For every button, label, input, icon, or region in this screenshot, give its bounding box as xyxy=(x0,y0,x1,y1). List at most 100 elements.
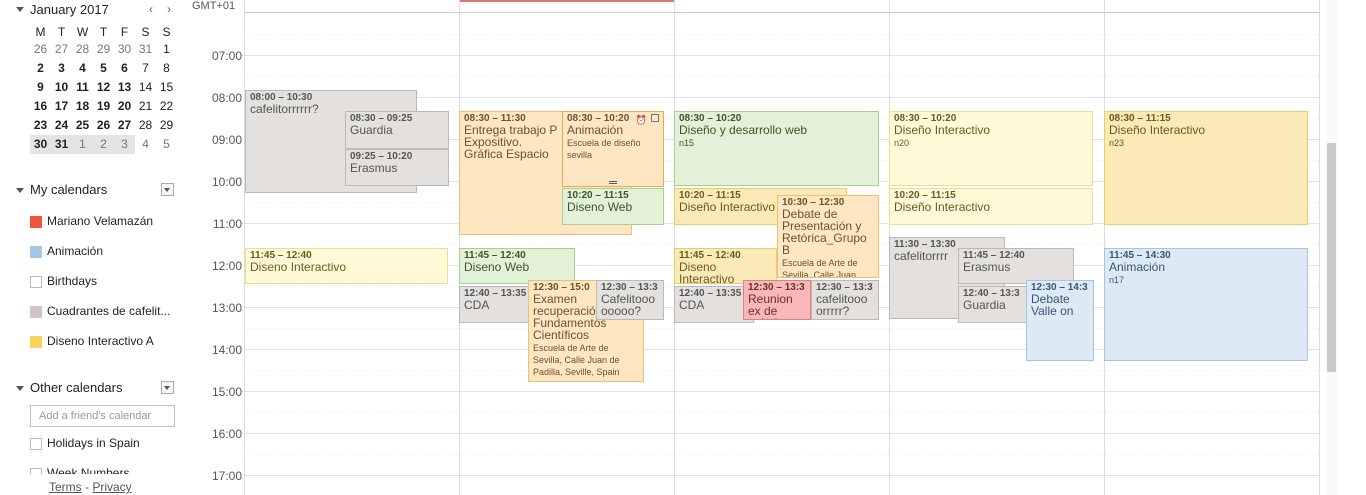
prev-month-button[interactable]: ‹ xyxy=(149,2,153,16)
calendar-event[interactable]: 12:40 – 13:35 CDA xyxy=(674,286,754,323)
other-calendars-header[interactable]: Other calendars xyxy=(16,380,176,396)
calendar-event[interactable]: 08:30 – 10:20 Diseño y desarrollo web n1… xyxy=(674,111,879,186)
mini-calendar-day[interactable]: 12 xyxy=(93,78,114,97)
mini-calendar-day[interactable]: 16 xyxy=(30,97,51,116)
calendar-color-swatch[interactable] xyxy=(30,216,42,228)
mini-calendar-day[interactable]: 15 xyxy=(156,78,177,97)
other-calendars-dropdown-button[interactable] xyxy=(161,381,174,394)
calendar-item[interactable]: Holidays in Spain xyxy=(30,436,180,452)
mini-calendar-day[interactable]: 22 xyxy=(156,97,177,116)
mini-calendar-day[interactable]: 29 xyxy=(156,116,177,135)
resize-handle[interactable] xyxy=(609,181,617,184)
mini-calendar-day[interactable]: 7 xyxy=(135,59,156,78)
calendar-event[interactable]: 08:30 – 10:20 ⏰ Animación Escuela de dis… xyxy=(562,111,664,187)
mini-calendar-day[interactable]: 26 xyxy=(93,116,114,135)
mini-calendar-day[interactable]: 1 xyxy=(72,135,93,154)
mini-calendar-day[interactable]: 27 xyxy=(114,116,135,135)
collapse-triangle-icon[interactable] xyxy=(16,386,24,391)
calendar-event[interactable]: 10:20 – 11:15 Diseno Web xyxy=(562,188,664,225)
calendar-event[interactable]: 11:45 – 12:40 Diseno Interactivo xyxy=(674,248,777,284)
calendar-event[interactable]: 08:30 – 11:15 Diseño Interactivo n23 xyxy=(1104,111,1308,225)
calendar-color-swatch[interactable] xyxy=(30,246,42,258)
mini-calendar-day[interactable]: 10 xyxy=(51,78,72,97)
mini-calendar-day[interactable]: 28 xyxy=(135,116,156,135)
calendar-color-swatch[interactable] xyxy=(30,468,42,474)
mini-calendar-day[interactable]: 11 xyxy=(72,78,93,97)
scrollbar-thumb[interactable] xyxy=(1327,143,1336,372)
calendar-event[interactable]: 11:45 – 12:40 Diseno Web xyxy=(459,248,575,284)
mini-calendar-day[interactable]: 31 xyxy=(135,40,156,59)
mini-calendar-day[interactable]: 4 xyxy=(72,59,93,78)
mini-calendar-day[interactable]: 20 xyxy=(114,97,135,116)
calendar-event[interactable]: 08:30 – 10:20 Diseño Interactivo n20 xyxy=(889,111,1093,186)
mini-calendar-day[interactable]: 30 xyxy=(114,40,135,59)
my-calendars-label[interactable]: My calendars xyxy=(30,182,107,197)
mini-calendar-day[interactable]: 13 xyxy=(114,78,135,97)
calendar-event[interactable]: 11:45 – 12:40 Diseno Interactivo xyxy=(245,248,448,284)
next-month-button[interactable]: › xyxy=(167,2,171,16)
mini-calendar-day[interactable]: 9 xyxy=(30,78,51,97)
mini-calendar-month[interactable]: January 2017 xyxy=(30,2,109,17)
hour-label: 11:00 xyxy=(212,217,242,231)
calendar-event[interactable]: 10:20 – 11:15 Diseño Interactivo xyxy=(889,188,1093,225)
mini-calendar-day[interactable]: 3 xyxy=(114,135,135,154)
mini-calendar-day[interactable]: 23 xyxy=(30,116,51,135)
calendar-color-swatch[interactable] xyxy=(30,276,42,288)
collapse-triangle-icon[interactable] xyxy=(16,188,24,193)
privacy-link[interactable]: Privacy xyxy=(92,480,131,494)
mini-calendar-day[interactable]: 1 xyxy=(156,40,177,59)
mini-calendar-day[interactable]: 6 xyxy=(114,59,135,78)
calendar-item[interactable]: Animación xyxy=(30,244,180,260)
calendar-item[interactable]: Week Numbers xyxy=(30,466,180,474)
mini-calendar-day[interactable]: 29 xyxy=(93,40,114,59)
week-grid[interactable]: GMT+01 07:00 08:00 09:00 10:00 11:00 12:… xyxy=(184,0,1325,495)
collapse-triangle-icon[interactable] xyxy=(16,7,24,12)
calendar-color-swatch[interactable] xyxy=(30,336,42,348)
my-calendars-header[interactable]: My calendars xyxy=(16,182,176,198)
add-friend-calendar-input[interactable] xyxy=(30,405,175,427)
calendar-item[interactable]: Diseno Interactivo A xyxy=(30,334,180,350)
mini-calendar-day[interactable]: 14 xyxy=(135,78,156,97)
my-calendars-dropdown-button[interactable] xyxy=(161,183,174,196)
other-calendars-label[interactable]: Other calendars xyxy=(30,380,123,395)
calendar-event[interactable]: 11:45 – 14:30 Animación n17 xyxy=(1104,248,1308,361)
mini-calendar-day[interactable]: 17 xyxy=(51,97,72,116)
calendar-event[interactable]: 11:45 – 12:40 Erasmus xyxy=(958,248,1074,284)
calendar-event[interactable]: 10:30 – 12:30 Debate de Presentación y R… xyxy=(777,195,879,278)
mini-calendar-day[interactable]: 26 xyxy=(30,40,51,59)
calendar-event[interactable]: 12:30 – 13:3 cafelitooo orrrrr? xyxy=(811,280,879,320)
mini-calendar-day[interactable]: 2 xyxy=(93,135,114,154)
mini-calendar-day[interactable]: 27 xyxy=(51,40,72,59)
calendar-event[interactable]: 09:25 – 10:20 Erasmus xyxy=(345,149,449,186)
vertical-scrollbar[interactable] xyxy=(1326,0,1338,495)
calendar-color-swatch[interactable] xyxy=(30,306,42,318)
terms-link[interactable]: Terms xyxy=(49,480,82,494)
calendar-event[interactable]: 12:30 – 14:3 Debate Valle on xyxy=(1026,280,1094,361)
event-location: n17 xyxy=(1109,275,1125,285)
mini-calendar-day[interactable]: 25 xyxy=(72,116,93,135)
mini-calendar-day[interactable]: 28 xyxy=(72,40,93,59)
calendar-item[interactable]: Birthdays xyxy=(30,274,180,290)
calendar-color-swatch[interactable] xyxy=(30,438,42,450)
hour-label: 08:00 xyxy=(211,91,242,105)
mini-calendar-day[interactable]: 18 xyxy=(72,97,93,116)
mini-calendar-day[interactable]: 31 xyxy=(51,135,72,154)
calendar-event[interactable]: 12:30 – 13:3 Reunion ex de práctica xyxy=(743,280,811,320)
calendar-event[interactable]: 12:30 – 13:3 Cafelitooo ooooo? xyxy=(596,280,664,320)
copy-event-icon[interactable] xyxy=(651,114,659,122)
mini-calendar-day[interactable]: 4 xyxy=(135,135,156,154)
mini-calendar-day[interactable]: 19 xyxy=(93,97,114,116)
mini-calendar-day[interactable]: 3 xyxy=(51,59,72,78)
calendar-item[interactable]: Mariano Velamazán xyxy=(30,214,180,230)
calendar-item[interactable]: Cuadrantes de cafelit... xyxy=(30,304,180,320)
mini-calendar-day[interactable]: 24 xyxy=(51,116,72,135)
mini-calendar-day[interactable]: 2 xyxy=(30,59,51,78)
mini-calendar-day[interactable]: 21 xyxy=(135,97,156,116)
mini-calendar-day[interactable]: 5 xyxy=(156,135,177,154)
mini-calendar-day[interactable]: 30 xyxy=(30,135,51,154)
calendar-event[interactable]: 12:40 – 13:35 CDA xyxy=(459,286,539,323)
mini-calendar-day[interactable]: 8 xyxy=(156,59,177,78)
mini-calendar-day[interactable]: 5 xyxy=(93,59,114,78)
allday-event-strip[interactable] xyxy=(460,0,674,2)
calendar-event[interactable]: 08:30 – 09:25 Guardia xyxy=(345,111,449,149)
